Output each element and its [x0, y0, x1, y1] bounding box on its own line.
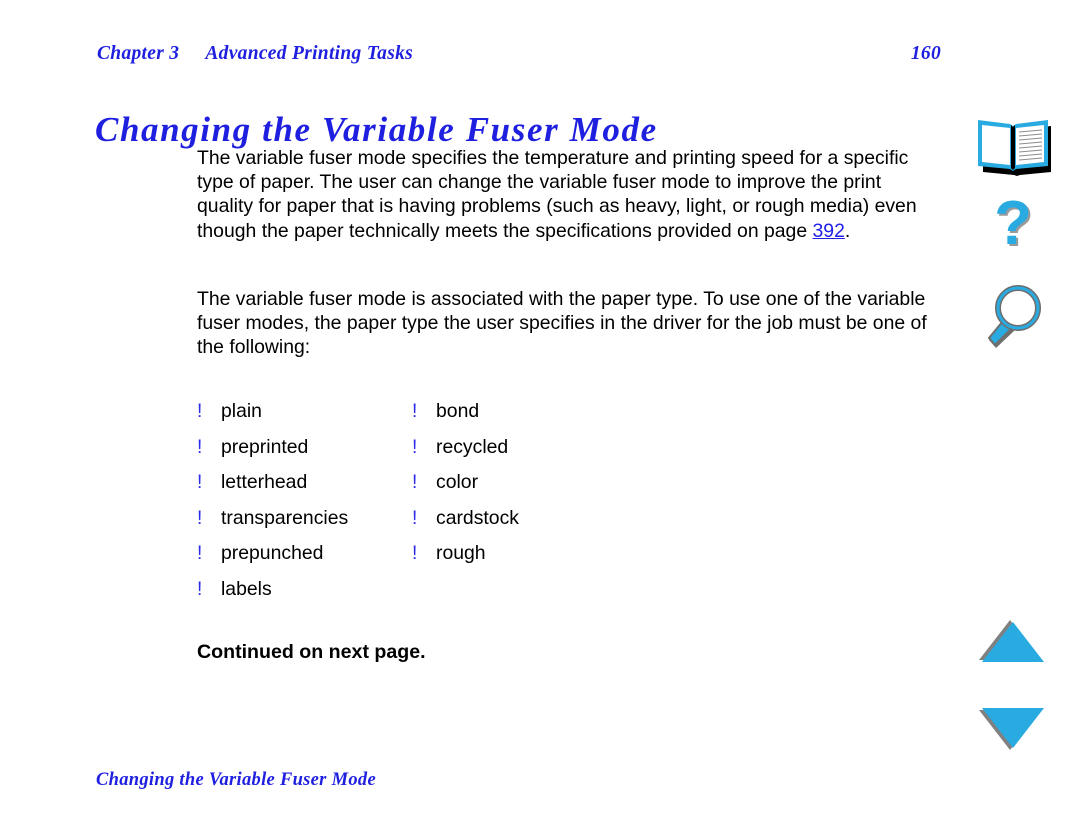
- body-paragraph-1: The variable fuser mode specifies the te…: [197, 146, 939, 243]
- magnifier-icon[interactable]: [970, 282, 1056, 356]
- paragraph-text: The variable fuser mode is associated wi…: [197, 288, 927, 359]
- list-item: ! transparencies: [197, 507, 412, 530]
- list-item: ! letterhead: [197, 471, 412, 494]
- list-item-label: plain: [221, 400, 262, 422]
- list-row: ! prepunched ! rough: [197, 542, 757, 578]
- navigation-icon-rail: ? ?: [958, 0, 1080, 834]
- svg-text:?: ?: [994, 189, 1032, 258]
- paragraph-1-text-before-link: The variable fuser mode specifies the te…: [197, 147, 917, 242]
- list-row: ! labels: [197, 578, 757, 614]
- paragraph-text: The variable fuser mode specifies the te…: [197, 146, 939, 243]
- page-reference-link[interactable]: 392: [813, 220, 845, 242]
- list-item-label: transparencies: [221, 506, 349, 529]
- list-item-label: rough: [436, 542, 486, 564]
- header-section-title: Advanced Printing Tasks: [205, 43, 414, 64]
- list-item: ! plain: [197, 400, 412, 423]
- bullet-icon: !: [197, 436, 203, 458]
- paper-type-list: ! plain ! bond ! preprinted ! recycled !…: [197, 400, 757, 613]
- list-item: ! labels: [197, 578, 412, 601]
- list-item: ! preprinted: [197, 436, 412, 459]
- question-mark-icon[interactable]: ? ?: [970, 188, 1056, 262]
- header-chapter-label: Chapter 3: [97, 43, 180, 64]
- continued-note: Continued on next page.: [197, 641, 426, 663]
- list-item-label: preprinted: [221, 435, 309, 458]
- bullet-icon: !: [412, 472, 418, 493]
- bullet-icon: !: [197, 543, 203, 564]
- document-page: Chapter 3 Advanced Printing Tasks 160 Ch…: [0, 0, 1080, 834]
- list-item: ! recycled: [412, 436, 652, 459]
- list-item: ! rough: [412, 542, 652, 565]
- list-item-label: bond: [436, 400, 480, 422]
- list-item-label: prepunched: [221, 542, 324, 564]
- triangle-up-icon[interactable]: [970, 616, 1056, 672]
- list-item-label: letterhead: [221, 471, 308, 493]
- running-header: Chapter 3 Advanced Printing Tasks 160: [97, 43, 987, 69]
- bullet-icon: !: [197, 472, 203, 493]
- list-row: ! letterhead ! color: [197, 471, 757, 507]
- list-item-label: recycled: [436, 435, 509, 458]
- list-row: ! transparencies ! cardstock: [197, 507, 757, 543]
- triangle-down-icon[interactable]: [970, 700, 1056, 756]
- bullet-icon: !: [197, 507, 203, 529]
- bullet-icon: !: [412, 507, 418, 529]
- bullet-icon: !: [197, 578, 203, 600]
- list-item-label: cardstock: [436, 506, 519, 529]
- bullet-icon: !: [412, 401, 418, 422]
- list-item: ! bond: [412, 400, 652, 423]
- body-paragraph-2: The variable fuser mode is associated wi…: [197, 287, 939, 360]
- list-item: ! color: [412, 471, 652, 494]
- bullet-icon: !: [412, 436, 418, 458]
- bullet-icon: !: [412, 543, 418, 564]
- book-icon[interactable]: [970, 114, 1056, 188]
- page-title: Changing the Variable Fuser Mode: [95, 110, 658, 150]
- list-row: ! preprinted ! recycled: [197, 436, 757, 472]
- list-item: ! prepunched: [197, 542, 412, 565]
- list-item-label: color: [436, 471, 479, 493]
- bullet-icon: !: [197, 401, 203, 422]
- list-item-label: labels: [221, 577, 272, 600]
- list-item: ! cardstock: [412, 507, 652, 530]
- paragraph-1-text-after-link: .: [844, 219, 851, 242]
- list-row: ! plain ! bond: [197, 400, 757, 436]
- running-footer: Changing the Variable Fuser Mode: [96, 770, 376, 790]
